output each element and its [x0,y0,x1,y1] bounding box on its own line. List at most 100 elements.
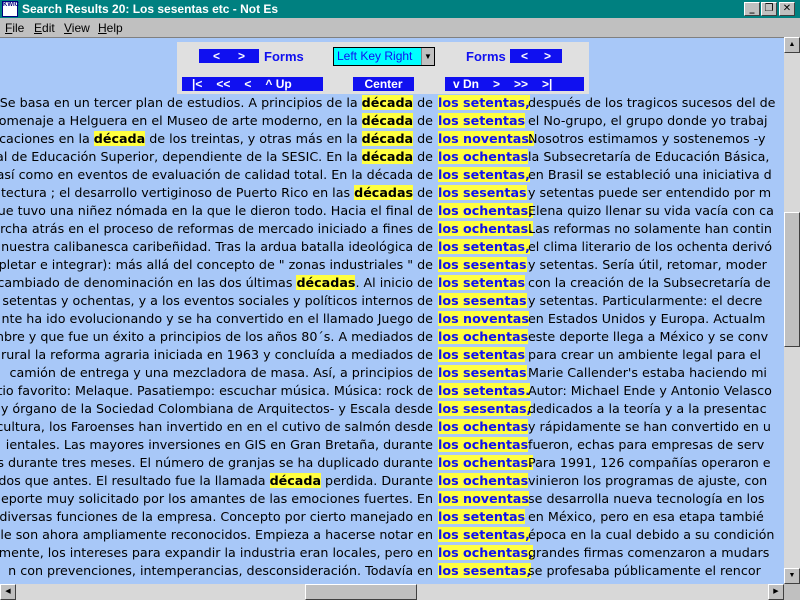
result-line[interactable]: y órgano de la Sociedad Colombiana de Ar… [0,401,784,419]
scroll-right-icon[interactable]: ▶ [768,584,784,600]
right-context: época en la cual debido a su condición [528,527,775,542]
highlighted-term: década [361,149,414,164]
left-context: diversas funciones de la empresa. Concep… [0,509,433,524]
forms-next-button-right[interactable]: > [544,49,551,63]
left-context: deporte muy solicitado por los amantes d… [0,491,433,506]
forms-next-button[interactable]: > [238,49,245,63]
result-line[interactable]: cultura, los Faroenses han invertido en … [0,419,784,437]
keyword: los ochentas [438,329,529,344]
keyword: los setentas, [438,167,530,182]
left-context: setentas y ochentas, y a los eventos soc… [2,293,433,308]
result-line[interactable]: Se basa en un tercer plan de estudios. A… [0,95,784,113]
result-line[interactable]: así como en eventos de evaluación de cal… [0,167,784,185]
right-context: Elena quizo llenar su vida vacía con ca [528,203,774,218]
result-line[interactable]: ral de Educación Superior, dependiente d… [0,149,784,167]
forms-prev-button-right[interactable]: < [521,49,528,63]
left-context: cultura, los Faroenses han invertido en … [0,419,433,434]
keyword: los setentas. [438,383,530,398]
left-context: ados que antes. El resultado fue la llam… [0,473,433,488]
key-position-select[interactable]: Left Key Right ▼ [333,47,435,66]
right-context: y setentas. Sería útil, retomar, moder [528,257,767,272]
result-line[interactable]: diversas funciones de la empresa. Concep… [0,509,784,527]
result-line[interactable]: ientales. Las mayores inversiones en GIS… [0,437,784,455]
page-back-button[interactable]: << [216,77,230,91]
close-button[interactable]: ✕ [779,2,795,16]
left-context: tio favorito: Melaque. Pasatiempo: escuc… [0,383,433,398]
right-context: en México, pero en esa etapa tambié [528,509,764,524]
forms-label-left: Forms [264,49,304,64]
key-position-value: Left Key Right [337,49,413,63]
result-line[interactable]: n rural la reforma agraria iniciada en 1… [0,347,784,365]
keyword: los noventas. [438,131,534,146]
menu-file[interactable]: File [5,21,24,35]
page-forward-button[interactable]: >> [514,77,528,91]
result-line[interactable]: mbre y que fue un éxito a principios de … [0,329,784,347]
highlighted-term: década [361,113,414,128]
vertical-scrollbar[interactable]: ▲ ▼ [784,37,800,584]
forms-prev-button[interactable]: < [213,49,220,63]
highlighted-term: década [269,473,322,488]
horizontal-scrollbar[interactable]: ◀ ▶ [0,584,784,600]
result-line[interactable]: nte ha ido evolucionando y se ha convert… [0,311,784,329]
right-context: la Subsecretaría de Educación Básica, [528,149,770,164]
result-line[interactable]: ificaciones en la década de los treintas… [0,131,784,149]
result-line[interactable]: le son ahora ampliamente reconocidos. Em… [0,527,784,545]
first-button[interactable]: |< [192,77,202,91]
result-line[interactable]: ados que antes. El resultado fue la llam… [0,473,784,491]
result-line[interactable]: s durante tres meses. El número de granj… [0,455,784,473]
left-context: ientales. Las mayores inversiones en GIS… [5,437,433,452]
right-context: Autor: Michael Ende y Antonio Velasco [528,383,772,398]
forms-label-right: Forms [466,49,506,64]
right-context: vinieron los programas de ajuste, con [528,473,768,488]
keyword: los setentas, [438,527,530,542]
result-line[interactable]: n cambiado de denominación en las dos úl… [0,275,784,293]
left-context: nte ha ido evolucionando y se ha convert… [1,311,433,326]
result-line[interactable]: ue tuvo una niñez nómada en la que le di… [0,203,784,221]
result-line[interactable]: tio favorito: Melaque. Pasatiempo: escuc… [0,383,784,401]
keyword: los sesentas [438,365,527,380]
vertical-scroll-thumb[interactable] [784,212,800,347]
result-line[interactable]: archa atrás en el proceso de reformas de… [0,221,784,239]
app-icon[interactable]: KWIC [2,1,19,17]
menu-help[interactable]: Help [98,21,123,35]
left-context: n rural la reforma agraria iniciada en 1… [0,347,433,362]
menu-view[interactable]: View [64,21,90,35]
center-button[interactable]: Center [353,77,414,91]
back-button[interactable]: < [244,77,251,91]
up-button[interactable]: ^ Up [265,77,291,91]
keyword: los setentas [438,113,526,128]
result-line[interactable]: omenaje a Helguera en el Museo de arte m… [0,113,784,131]
last-button[interactable]: >| [542,77,552,91]
highlighted-term: décadas [354,185,414,200]
scroll-up-icon[interactable]: ▲ [784,37,800,53]
scroll-down-icon[interactable]: ▼ [784,568,800,584]
right-context: para crear un ambiente legal para el [528,347,761,362]
forward-button[interactable]: > [493,77,500,91]
result-line[interactable]: camión de entrega y una mezcladora de ma… [0,365,784,383]
chevron-down-icon[interactable]: ▼ [421,48,434,65]
right-context: y rápidamente se han convertido en u [528,419,771,434]
right-context: se profesaba públicamente el rencor [528,563,761,578]
keyword: los setentas, [438,239,530,254]
highlighted-term: década [361,95,414,110]
result-line[interactable]: nuestra calibanesca caribeñidad. Tras la… [0,239,784,257]
result-line[interactable]: deporte muy solicitado por los amantes d… [0,491,784,509]
result-line[interactable]: lpletar e integrar): más allá del concep… [0,257,784,275]
result-line[interactable]: setentas y ochentas, y a los eventos soc… [0,293,784,311]
result-line[interactable]: n con prevenciones, intemperancias, desc… [0,563,784,581]
result-line[interactable]: itectura ; el desarrollo vertiginoso de … [0,185,784,203]
scroll-left-icon[interactable]: ◀ [0,584,16,600]
restore-button[interactable]: ❐ [761,2,777,16]
menu-edit[interactable]: Edit [34,21,55,35]
minimize-button[interactable]: _ [744,2,760,16]
nav-forward-group: v Dn > >> >| [445,77,584,91]
result-line[interactable]: mente, los intereses para expandir la in… [0,545,784,563]
keyword: los setentas, [438,95,530,110]
keyword: los ochentas [438,473,529,488]
down-button[interactable]: v Dn [453,77,479,91]
horizontal-scroll-thumb[interactable] [305,584,417,600]
keyword: los ochentas. [438,455,533,470]
left-context: nuestra calibanesca caribeñidad. Tras la… [1,239,433,254]
window-title: Search Results 20: Los sesentas etc - No… [22,2,279,16]
right-context: el clima literario de los ochenta derivó [528,239,773,254]
